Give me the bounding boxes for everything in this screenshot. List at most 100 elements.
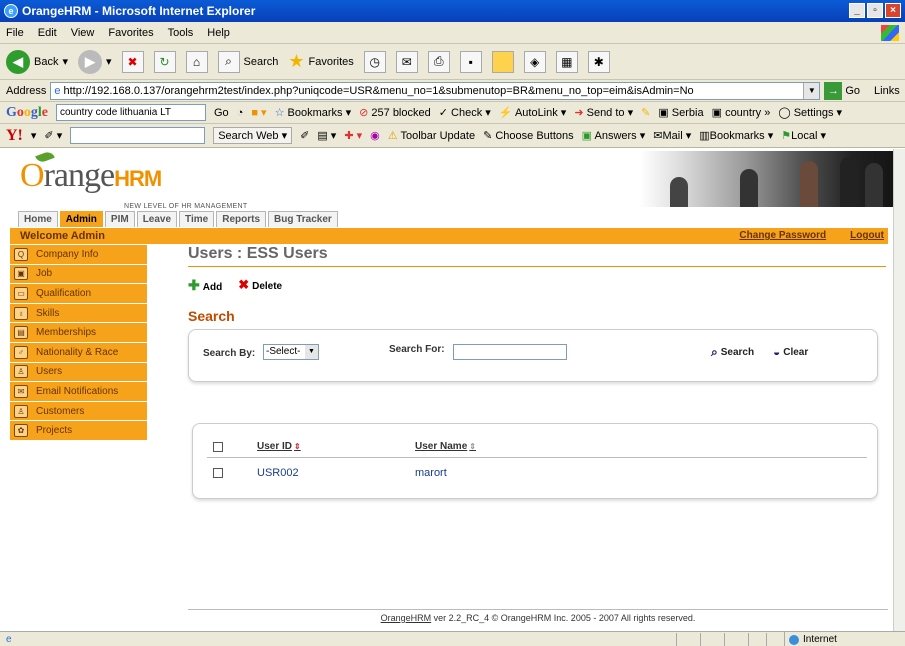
history-icon[interactable]: ◷ bbox=[363, 50, 386, 73]
yahoo-window-icon[interactable]: ▤ ▾ bbox=[317, 129, 336, 142]
yahoo-highlight-icon[interactable]: ✐ bbox=[300, 129, 309, 142]
yahoo-answers-button[interactable]: ▣ Answers ▾ bbox=[582, 129, 646, 142]
user-id-link[interactable]: USR002 bbox=[257, 467, 299, 479]
search-term-serbia-label: Serbia bbox=[671, 107, 704, 119]
menu-file[interactable]: File bbox=[6, 27, 24, 39]
search-button[interactable]: ⌕ Search bbox=[217, 50, 278, 73]
delete-button[interactable]: ✖ Delete bbox=[238, 277, 282, 294]
local-icon: ⚑ bbox=[781, 130, 792, 142]
yahoo-menu-dropdown[interactable]: ▾ bbox=[31, 129, 37, 142]
sidebar-item-skills[interactable]: ♁ Skills bbox=[10, 303, 147, 324]
tools-icon[interactable]: ✱ bbox=[587, 50, 610, 73]
menu-tools[interactable]: Tools bbox=[168, 27, 194, 39]
tab-bug-tracker[interactable]: Bug Tracker bbox=[268, 211, 338, 227]
sidebar-item-customers[interactable]: ♙ Customers bbox=[10, 401, 147, 422]
bookmarks-icon: ▥ bbox=[699, 130, 710, 142]
vertical-scrollbar[interactable] bbox=[893, 149, 905, 631]
search-term-country[interactable]: ▣ country » bbox=[712, 106, 771, 119]
yahoo-search-web-button[interactable]: Search Web ▾ bbox=[213, 127, 293, 144]
close-icon[interactable]: × bbox=[885, 3, 901, 18]
sidebar-item-projects[interactable]: ✿ Projects bbox=[10, 421, 147, 441]
minimize-icon[interactable]: _ bbox=[849, 3, 865, 18]
stop-icon[interactable]: ✖ bbox=[121, 50, 144, 73]
window-controls: _ ▫ × bbox=[849, 3, 901, 18]
spellcheck-button[interactable]: ✓ Check ▾ bbox=[439, 106, 491, 119]
column-user-name[interactable]: User Name ⇕ bbox=[415, 441, 476, 452]
highlight-icon[interactable]: ✎ bbox=[641, 106, 650, 119]
yahoo-toolbar-update-button[interactable]: ⚠ Toolbar Update bbox=[388, 129, 475, 142]
menu-favorites[interactable]: Favorites bbox=[108, 27, 153, 39]
sidebar-item-company-info[interactable]: Q Company Info bbox=[10, 245, 147, 265]
sidebar-item-nationality-race[interactable]: ♂ Nationality & Race bbox=[10, 342, 147, 363]
forward-button[interactable]: ▶ ▾ bbox=[78, 49, 112, 74]
maximize-icon[interactable]: ▫ bbox=[867, 3, 883, 18]
search-term-serbia[interactable]: ▣ Serbia bbox=[658, 106, 703, 119]
sidebar-item-memberships[interactable]: ▤ Memberships bbox=[10, 323, 147, 343]
yahoo-cross-icon[interactable]: ✚ ▾ bbox=[344, 129, 362, 142]
search-button[interactable]: ⌕ Search bbox=[711, 345, 754, 360]
tab-reports[interactable]: Reports bbox=[216, 211, 267, 227]
sidebar-item-email-notifications[interactable]: ✉ Email Notifications bbox=[10, 382, 147, 402]
mail-icon[interactable]: ✉ bbox=[395, 50, 418, 73]
yahoo-choose-buttons-button[interactable]: ✎ Choose Buttons bbox=[483, 129, 574, 142]
sendto-button[interactable]: ➜ Send to ▾ bbox=[574, 106, 633, 119]
menu-view[interactable]: View bbox=[71, 27, 95, 39]
sendto-icon: ➜ bbox=[574, 107, 584, 119]
tab-admin[interactable]: Admin bbox=[59, 211, 103, 227]
change-password-link[interactable]: Change Password bbox=[739, 228, 826, 244]
yahoo-logo[interactable]: Y! bbox=[6, 127, 23, 145]
sidebar-item-job[interactable]: ▣ Job bbox=[10, 264, 147, 285]
menu-help[interactable]: Help bbox=[207, 27, 230, 39]
google-bookmarks-button[interactable]: ☆ Bookmarks ▾ bbox=[275, 106, 352, 119]
yahoo-bookmarks-button[interactable]: ▥Bookmarks ▾ bbox=[699, 129, 773, 142]
google-news-icon[interactable]: ■ ▾ bbox=[251, 106, 266, 119]
sidebar-item-qualification[interactable]: ▭ Qualification bbox=[10, 284, 147, 304]
select-all-checkbox[interactable] bbox=[213, 441, 223, 452]
user-name-link[interactable]: marort bbox=[415, 467, 447, 479]
favorites-button[interactable]: ★ Favorites bbox=[288, 51, 353, 72]
google-settings-button[interactable]: ◯ Settings ▾ bbox=[778, 106, 842, 119]
menu-edit[interactable]: Edit bbox=[38, 27, 57, 39]
logout-link[interactable]: Logout bbox=[850, 228, 884, 244]
tab-pim[interactable]: PIM bbox=[104, 211, 135, 227]
google-go-button[interactable]: Go bbox=[214, 107, 229, 119]
tab-time[interactable]: Time bbox=[179, 211, 215, 227]
orangehrm-logo[interactable]: OrangeHRM NEW LEVEL OF HR MANAGEMENT bbox=[20, 150, 247, 210]
sidebar-item-users[interactable]: ♙ Users bbox=[10, 362, 147, 383]
search-by-select[interactable]: -Select- ▼ bbox=[263, 344, 319, 360]
autolink-button[interactable]: ⚡ AutoLink ▾ bbox=[499, 106, 567, 119]
print-icon[interactable]: ⎙ bbox=[427, 50, 450, 73]
column-user-id[interactable]: User ID ⇕ bbox=[257, 441, 301, 452]
row-checkbox[interactable] bbox=[213, 468, 223, 478]
home-icon[interactable]: ⌂ bbox=[185, 50, 208, 73]
edit-icon[interactable]: ▪ bbox=[459, 50, 482, 73]
clear-button[interactable]: ◒ Clear bbox=[773, 345, 808, 359]
back-button[interactable]: ◀ Back ▾ bbox=[6, 49, 68, 74]
yahoo-pencil-icon[interactable]: ✐ ▾ bbox=[44, 129, 62, 142]
yahoo-messenger-icon[interactable]: ◉ bbox=[370, 129, 380, 142]
window-title-bar: e OrangeHRM - Microsoft Internet Explore… bbox=[0, 0, 905, 22]
go-label: Go bbox=[845, 84, 861, 97]
forward-arrow-icon: ▶ bbox=[78, 49, 102, 74]
tab-leave[interactable]: Leave bbox=[136, 211, 178, 227]
address-input[interactable]: e http://192.168.0.137/orangehrm2test/in… bbox=[50, 81, 821, 100]
back-label: Back bbox=[34, 55, 59, 68]
yahoo-search-input[interactable] bbox=[70, 127, 206, 144]
google-search-input[interactable]: country code lithuania LT bbox=[56, 104, 206, 121]
popup-blocker-button[interactable]: ⊘ 257 blocked bbox=[359, 106, 431, 119]
research-icon[interactable]: ▦ bbox=[555, 50, 578, 73]
address-dropdown-icon[interactable]: ▼ bbox=[803, 82, 820, 99]
yahoo-local-button[interactable]: ⚑Local ▾ bbox=[781, 129, 826, 142]
messenger-icon[interactable]: ◈ bbox=[523, 50, 546, 73]
orangehrm-footer-link[interactable]: OrangeHRM bbox=[381, 613, 432, 623]
tab-home[interactable]: Home bbox=[18, 211, 58, 227]
yahoo-local-label: Local bbox=[791, 130, 818, 142]
go-button[interactable]: → Go bbox=[824, 81, 861, 100]
refresh-icon[interactable]: ↻ bbox=[153, 50, 176, 73]
add-button[interactable]: ✚ Add bbox=[188, 277, 222, 294]
yahoo-mail-button[interactable]: ✉Mail ▾ bbox=[653, 129, 691, 142]
magnifier-icon: Q bbox=[14, 247, 28, 261]
folder-icon[interactable] bbox=[491, 50, 514, 73]
search-for-input[interactable] bbox=[453, 344, 567, 360]
links-button[interactable]: Links bbox=[874, 85, 900, 97]
